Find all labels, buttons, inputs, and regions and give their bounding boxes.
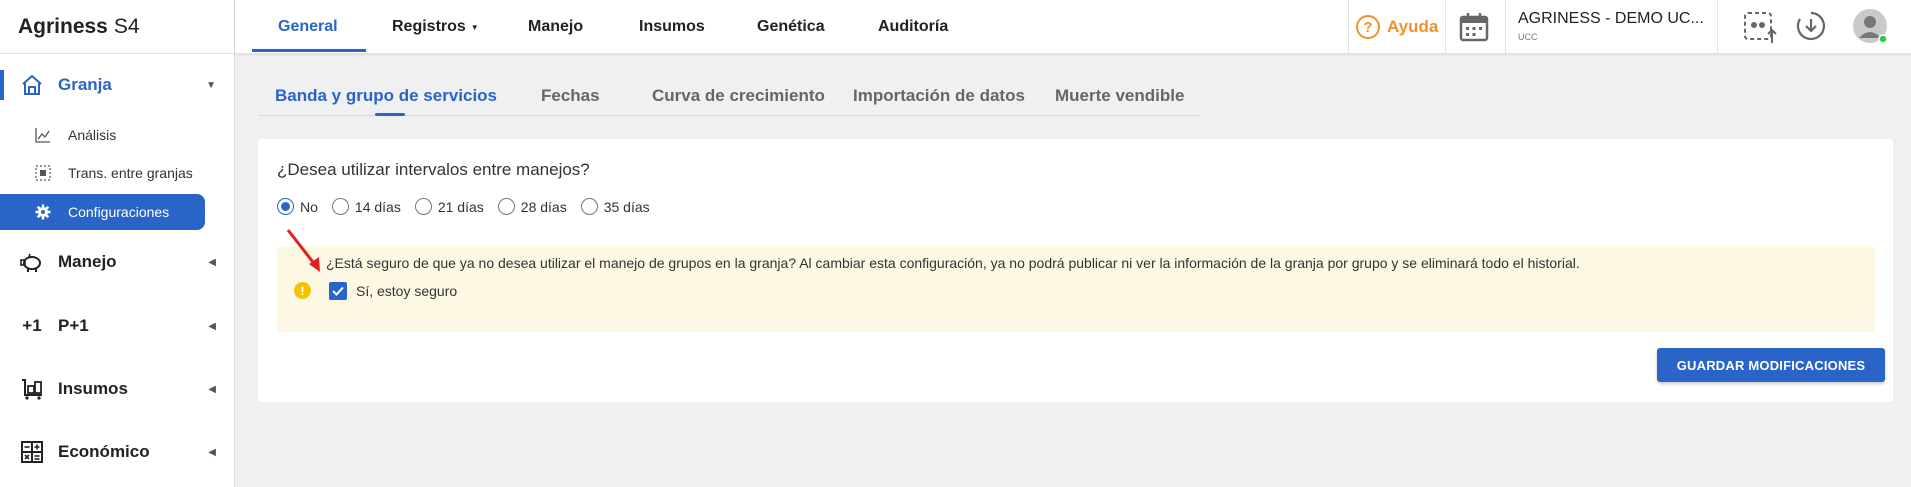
chevron-left-icon: ◀ [208,256,216,268]
sidebar-group-economico[interactable]: Económico ◀ [0,437,234,467]
interval-radio-group: No 14 días 21 días 28 días 35 días [277,198,664,215]
annotation-arrow-icon [286,229,320,272]
divider [1348,0,1349,54]
menu-auditoria[interactable]: Auditoría [878,0,948,54]
help-icon: ? [1356,15,1380,39]
menu-general[interactable]: General [278,0,338,54]
top-navigation: General Registros ▼ Manejo Insumos Genéti… [235,0,1911,54]
radio-circle[interactable] [414,198,432,215]
divider [1505,0,1506,54]
chevron-left-icon: ◀ [208,446,216,458]
radio-circle[interactable] [497,198,515,215]
sidebar-item-configuraciones[interactable]: Configuraciones [0,194,205,230]
active-tab-indicator [375,113,405,116]
radio-label: 35 días [603,198,650,215]
sidebar-group-label: Económico [58,442,150,461]
brand-logo[interactable]: Agriness S4 [0,0,234,54]
warning-text: ¿Está seguro de que ya no desea utilizar… [326,255,1580,271]
caret-down-icon: ▼ [470,22,479,32]
pig-icon [19,249,45,275]
avatar[interactable] [1852,8,1890,51]
menu-insumos[interactable]: Insumos [639,0,705,54]
tab-importacion-datos[interactable]: Importación de datos [853,86,1025,106]
save-button[interactable]: GUARDAR MODIFICACIONES [1657,348,1885,382]
chevron-down-icon: ▼ [206,79,216,91]
farm-selector[interactable]: AGRINESS - DEMO UC... UCC [1518,10,1704,42]
radio-14-dias[interactable]: 14 días [331,198,401,215]
sidebar-item-label: Trans. entre granjas [68,165,193,181]
radio-35-dias[interactable]: 35 días [580,198,650,215]
active-menu-indicator [252,49,366,52]
sidebar-group-label: Insumos [58,379,128,398]
radio-label: No [300,198,318,215]
menu-registros[interactable]: Registros ▼ [392,0,479,54]
chevron-left-icon: ◀ [208,383,216,395]
sidebar-item-analisis[interactable]: Análisis [0,117,235,153]
calendar-icon[interactable] [1459,12,1489,47]
radio-label: 28 días [520,198,567,215]
tab-banda-grupo-servicios[interactable]: Banda y grupo de servicios [275,86,497,106]
sidebar-group-manejo[interactable]: Manejo ◀ [0,247,234,277]
help-label: Ayuda [1387,17,1439,36]
sidebar-item-trans-entre-granjas[interactable]: Trans. entre granjas [0,155,235,191]
gear-icon [34,203,52,221]
chart-line-icon [34,126,52,144]
radio-no[interactable]: No [277,198,318,215]
plus-one-icon: +1 [22,316,42,335]
chevron-left-icon: ◀ [208,320,216,332]
radio-circle[interactable] [331,198,349,215]
tab-curva-crecimiento[interactable]: Curva de crecimiento [652,86,825,106]
confirm-checkbox[interactable]: Sí, estoy seguro [329,282,457,300]
sidebar: Agriness S4 Granja ▼ Análisis Trans. ent… [0,0,235,487]
menu-genetica[interactable]: Genética [757,0,825,54]
divider [1717,0,1718,54]
download-icon[interactable] [1795,10,1827,47]
sidebar-item-label: Configuraciones [68,204,170,220]
sidebar-group-p1[interactable]: +1 P+1 ◀ [0,311,234,341]
help-button[interactable]: ? Ayuda [1356,0,1438,54]
farm-subtitle: UCC [1518,32,1538,42]
warning-icon: ! [294,282,311,299]
sidebar-group-label: Manejo [58,252,117,271]
cart-icon [19,376,45,402]
house-icon [19,72,45,98]
sync-upload-icon[interactable] [1743,10,1777,49]
sidebar-group-insumos[interactable]: Insumos ◀ [0,374,234,404]
transfer-icon [34,164,52,182]
farm-name: AGRINESS - DEMO UC... [1518,10,1704,27]
radio-label: 21 días [437,198,484,215]
settings-card: ¿Desea utilizar intervalos entre manejos… [258,139,1893,402]
sidebar-group-granja[interactable]: Granja ▼ [0,70,234,100]
tab-fechas[interactable]: Fechas [541,86,600,106]
interval-question: ¿Desea utilizar intervalos entre manejos… [277,160,590,179]
menu-manejo[interactable]: Manejo [528,0,583,54]
sidebar-group-label: P+1 [58,316,89,335]
checkbox-checked-icon[interactable] [329,282,347,300]
brand-product: S4 [113,14,140,38]
radio-28-dias[interactable]: 28 días [497,198,567,215]
sidebar-item-label: Análisis [68,127,117,143]
brand-name: Agriness [18,14,108,38]
radio-circle[interactable] [580,198,598,215]
confirm-label: Sí, estoy seguro [356,283,458,299]
warning-box: ! ¿Está seguro de que ya no desea utiliz… [277,246,1875,332]
radio-label: 14 días [354,198,401,215]
sidebar-group-label: Granja [58,75,112,94]
divider [1445,0,1446,54]
radio-21-dias[interactable]: 21 días [414,198,484,215]
menu-label: Registros [392,18,466,35]
tab-muerte-vendible[interactable]: Muerte vendible [1055,86,1184,106]
calculator-icon [19,439,45,465]
radio-circle[interactable] [277,198,294,215]
